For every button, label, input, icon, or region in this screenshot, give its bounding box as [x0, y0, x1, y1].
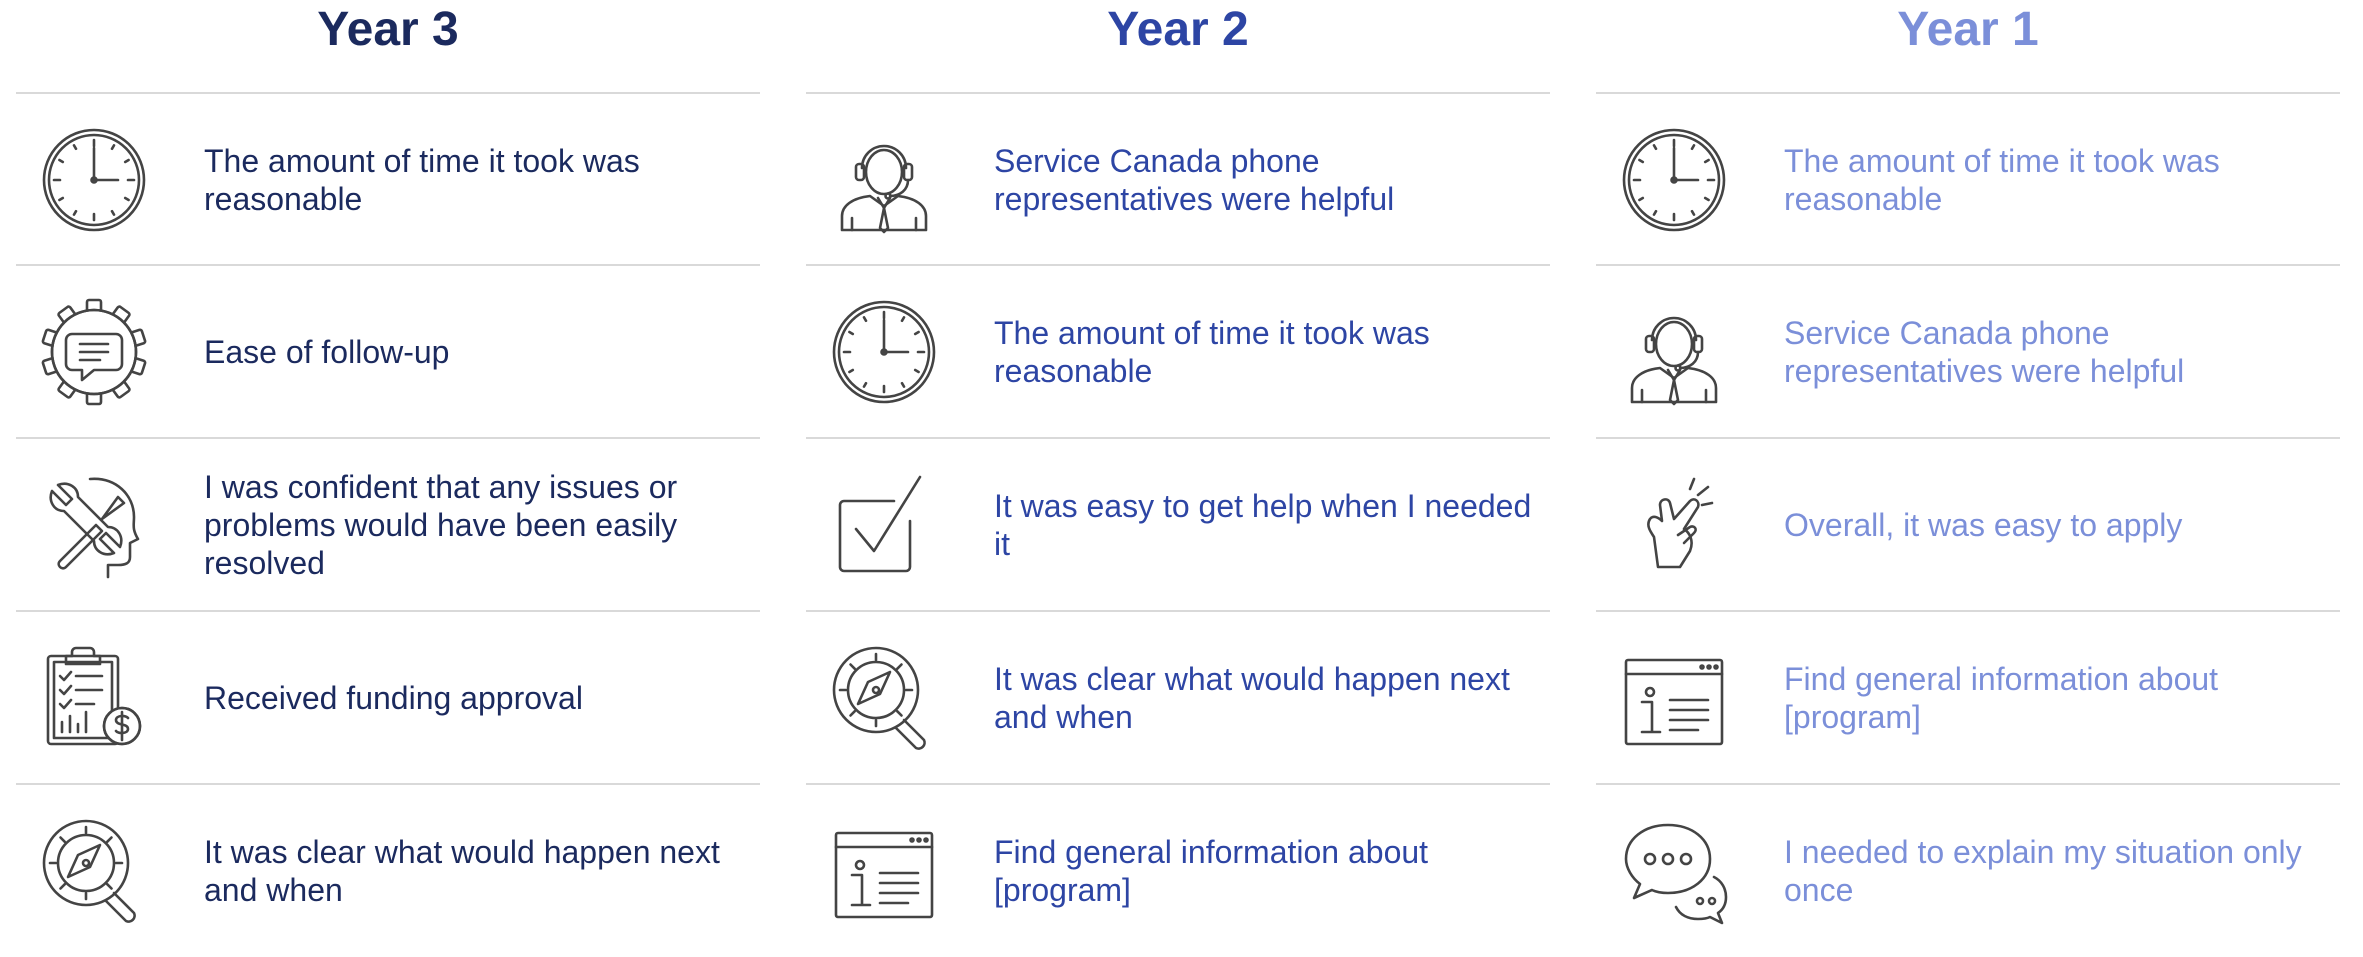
metric-label: Service Canada phone representatives wer… [994, 143, 1395, 217]
clock-icon [38, 124, 150, 236]
metric-row: Ease of follow-up [16, 266, 760, 438]
finger-snap-icon [1618, 469, 1730, 581]
metric-label: Service Canada phone representatives wer… [1784, 315, 2185, 389]
metric-row: Find general information about [program] [806, 785, 1550, 957]
metric-label: Received funding approval [204, 680, 583, 716]
year-column-3: Year 1 The amount of time it took was rea… [1596, 0, 2340, 925]
metric-label: It was clear what would happen next and … [994, 661, 1510, 735]
compass-magnifier-icon [38, 815, 150, 927]
metric-label: I was confident that any issues or probl… [204, 469, 678, 581]
metric-label: Find general information about [program] [1784, 661, 2219, 735]
gear-chat-icon [38, 296, 150, 408]
metric-row: The amount of time it took was reasonabl… [1596, 94, 2340, 266]
speech-bubbles-icon [1618, 815, 1730, 927]
clipboard-dollar-icon [38, 642, 150, 754]
metric-label: Ease of follow-up [204, 334, 450, 370]
head-tools-icon [38, 469, 150, 581]
clock-icon [1618, 124, 1730, 236]
info-window-icon [828, 815, 940, 927]
metric-label: The amount of time it took was reasonabl… [204, 143, 640, 217]
metric-row: The amount of time it took was reasonabl… [16, 94, 760, 266]
year-column-2: Year 2 Service Canada phone representativ… [806, 0, 1550, 920]
metric-row: It was easy to get help when I needed it [806, 439, 1550, 611]
column-heading: Year 3 [317, 3, 459, 56]
metric-row: Received funding approval [16, 612, 760, 784]
clock-icon [828, 296, 940, 408]
year-column-1: Year 3 The amount of time it took was rea… [16, 0, 760, 923]
compass-magnifier-icon [828, 642, 940, 754]
metric-label: Overall, it was easy to apply [1784, 507, 2183, 543]
metric-row: Service Canada phone representatives wer… [806, 94, 1550, 266]
metric-label: The amount of time it took was reasonabl… [1784, 143, 2220, 217]
metric-label: I needed to explain my situation only on… [1784, 834, 2302, 908]
metric-row: I was confident that any issues or probl… [16, 439, 760, 611]
column-heading: Year 2 [1107, 3, 1249, 56]
metric-label: The amount of time it took was reasonabl… [994, 315, 1430, 389]
metric-row: Service Canada phone representatives wer… [1596, 266, 2340, 438]
column-heading: Year 1 [1897, 3, 2039, 56]
headset-agent-icon [1618, 296, 1730, 408]
metric-row: It was clear what would happen next and … [16, 785, 760, 957]
metric-row: I needed to explain my situation only on… [1596, 785, 2340, 957]
metric-row: Overall, it was easy to apply [1596, 439, 2340, 611]
headset-agent-icon [828, 124, 940, 236]
metric-label: It was clear what would happen next and … [204, 834, 720, 908]
metric-row: The amount of time it took was reasonabl… [806, 266, 1550, 438]
checkbox-icon [828, 469, 940, 581]
metric-row: It was clear what would happen next and … [806, 612, 1550, 784]
metric-label: Find general information about [program] [994, 834, 1429, 908]
info-window-icon [1618, 642, 1730, 754]
metric-label: It was easy to get help when I needed it [994, 488, 1532, 562]
metric-row: Find general information about [program] [1596, 612, 2340, 784]
